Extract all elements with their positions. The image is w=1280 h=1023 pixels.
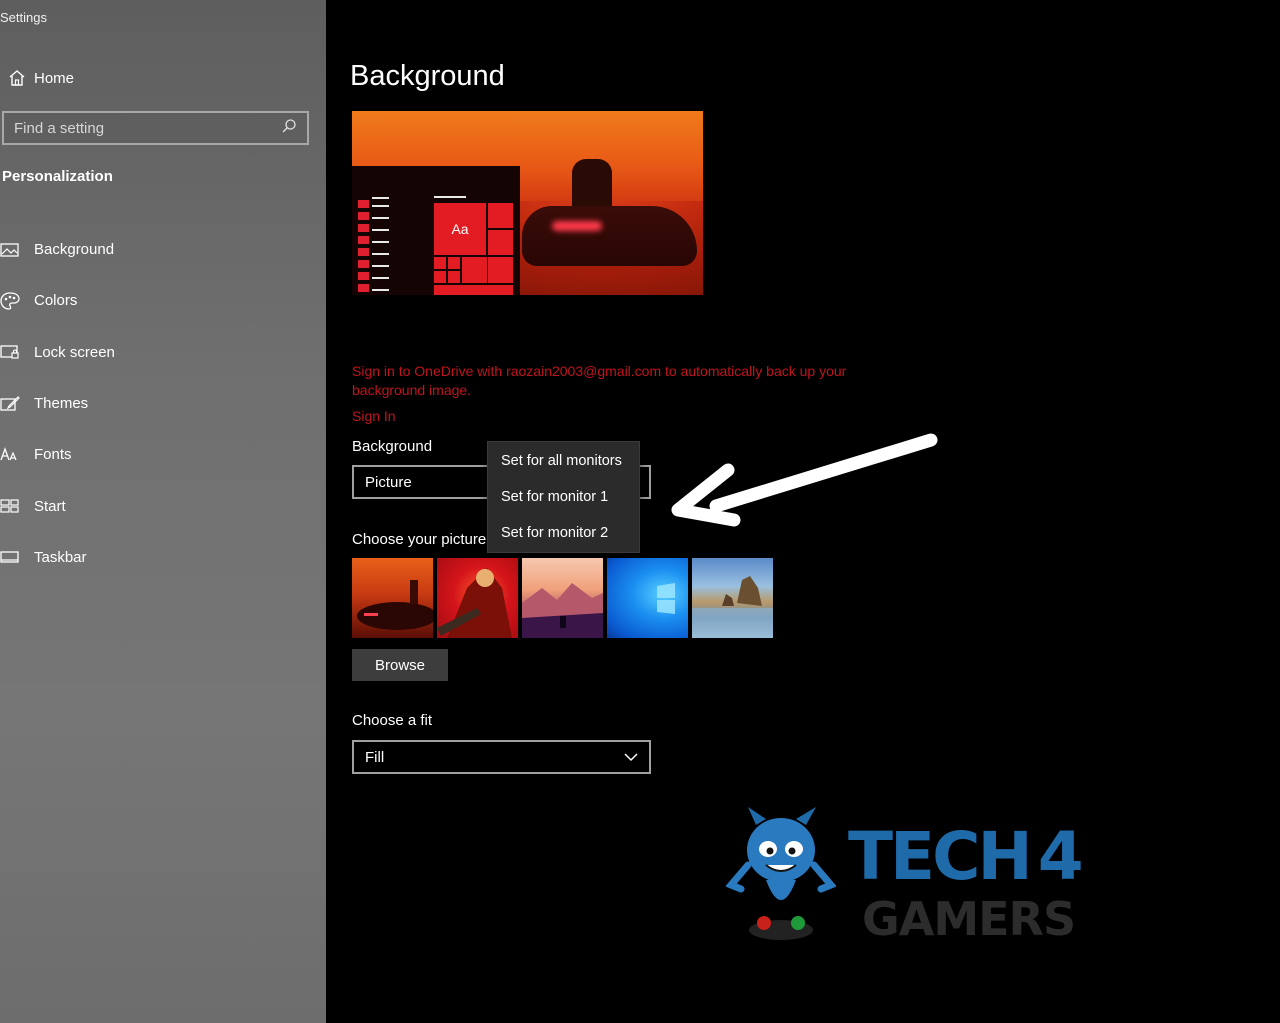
preview-tile — [448, 271, 460, 283]
logo-text-tech: TECH 4 — [848, 818, 1084, 895]
preview-list-bar — [358, 200, 369, 208]
preview-list-bar — [358, 260, 369, 268]
sidebar-item-start[interactable]: Start — [0, 480, 326, 531]
home-label: Home — [34, 69, 75, 87]
sidebar-item-label: Fonts — [34, 446, 72, 464]
preview-tile — [462, 257, 487, 283]
sidebar-item-label: Colors — [34, 292, 78, 310]
background-label: Background — [352, 438, 433, 455]
preview-list-line — [372, 253, 389, 255]
sidebar-item-background[interactable]: Background — [0, 224, 326, 275]
sidebar: Settings Home Personalization Background… — [0, 0, 326, 1023]
picture-thumbnail[interactable] — [522, 558, 603, 638]
preview-tile — [488, 257, 513, 283]
preview-list-bar — [358, 236, 369, 244]
sign-in-link[interactable]: Sign In — [352, 408, 396, 424]
pointer-arrow-icon — [671, 433, 938, 527]
main-panel: Background Aa Sign in to OneDrive with r… — [326, 0, 1280, 1023]
menu-item-set-monitor-2[interactable]: Set for monitor 2 — [488, 516, 639, 550]
search-icon[interactable] — [281, 118, 297, 139]
preview-list-bar — [358, 284, 369, 292]
preview-list-line — [372, 241, 389, 243]
choose-fit-label: Choose a fit — [352, 712, 433, 729]
palette-icon — [0, 292, 34, 310]
preview-list-bar — [358, 272, 369, 280]
sidebar-item-label: Lock screen — [34, 343, 115, 361]
sidebar-item-themes[interactable]: Themes — [0, 378, 326, 429]
picture-thumbnail[interactable] — [437, 558, 518, 638]
preview-list-line — [372, 205, 389, 207]
logo-text-gamers: GAMERS — [862, 892, 1076, 946]
preview-car — [522, 206, 697, 266]
preview-tile — [434, 257, 446, 269]
fonts-icon — [0, 446, 34, 463]
search-input[interactable] — [14, 119, 281, 137]
chevron-down-icon — [623, 750, 639, 768]
sidebar-item-fonts[interactable]: Fonts — [0, 429, 326, 480]
picture-thumbnail[interactable] — [607, 558, 688, 638]
choose-picture-label: Choose your picture — [352, 531, 487, 548]
onedrive-message: Sign in to OneDrive with raozain2003@gma… — [352, 363, 847, 398]
fit-select[interactable]: Fill — [352, 740, 651, 774]
app-title: Settings — [0, 10, 47, 25]
preview-tile — [488, 203, 513, 228]
preview-list-line — [372, 289, 389, 291]
sidebar-item-label: Themes — [34, 395, 89, 413]
fit-value: Fill — [365, 748, 385, 766]
picture-thumbnail[interactable] — [692, 558, 773, 638]
search-box[interactable] — [2, 111, 309, 145]
picture-thumbnail[interactable] — [352, 558, 433, 638]
browse-button[interactable]: Browse — [352, 649, 448, 681]
sidebar-item-taskbar[interactable]: Taskbar — [0, 532, 326, 583]
sidebar-item-label: Taskbar — [34, 548, 87, 566]
watermark-logo: TECH 4 GAMERS — [726, 800, 1136, 950]
preview-tile — [434, 285, 513, 295]
page-title: Background — [350, 60, 505, 92]
preview-glow — [552, 221, 602, 231]
preview-list-line — [372, 217, 389, 219]
preview-list-bar — [358, 224, 369, 232]
mascot-icon — [726, 807, 836, 940]
themes-brush-icon — [0, 395, 34, 412]
preview-tiles-header — [434, 196, 466, 198]
taskbar-icon — [0, 549, 34, 565]
preview-list-line — [372, 277, 389, 279]
preview-list-bar — [358, 212, 369, 220]
sidebar-item-label: Start — [34, 497, 66, 515]
preview-list-bar — [358, 248, 369, 256]
background-preview: Aa — [352, 111, 703, 295]
monitor-context-menu: Set for all monitors Set for monitor 1 S… — [487, 441, 640, 553]
lock-screen-icon — [0, 344, 34, 360]
picture-thumbnails — [352, 558, 773, 638]
sidebar-item-lock-screen[interactable]: Lock screen — [0, 327, 326, 378]
nav-list: Background Colors Lock screen Themes Fon… — [0, 224, 326, 583]
preview-tile — [488, 230, 513, 255]
preview-tile-main: Aa — [434, 203, 486, 255]
section-label: Personalization — [2, 168, 113, 185]
picture-icon — [0, 242, 34, 258]
menu-item-set-monitor-1[interactable]: Set for monitor 1 — [488, 480, 639, 514]
preview-tile — [434, 271, 446, 283]
sidebar-item-colors[interactable]: Colors — [0, 275, 326, 326]
preview-list-line — [372, 197, 389, 199]
start-grid-icon — [0, 498, 34, 514]
home-icon — [0, 69, 34, 87]
preview-list-line — [372, 265, 389, 267]
home-nav-item[interactable]: Home — [0, 64, 74, 92]
background-type-value: Picture — [365, 473, 412, 491]
sidebar-item-label: Background — [34, 241, 115, 259]
menu-item-set-all-monitors[interactable]: Set for all monitors — [488, 444, 639, 478]
preview-tile — [448, 257, 460, 269]
preview-list-line — [372, 229, 389, 231]
